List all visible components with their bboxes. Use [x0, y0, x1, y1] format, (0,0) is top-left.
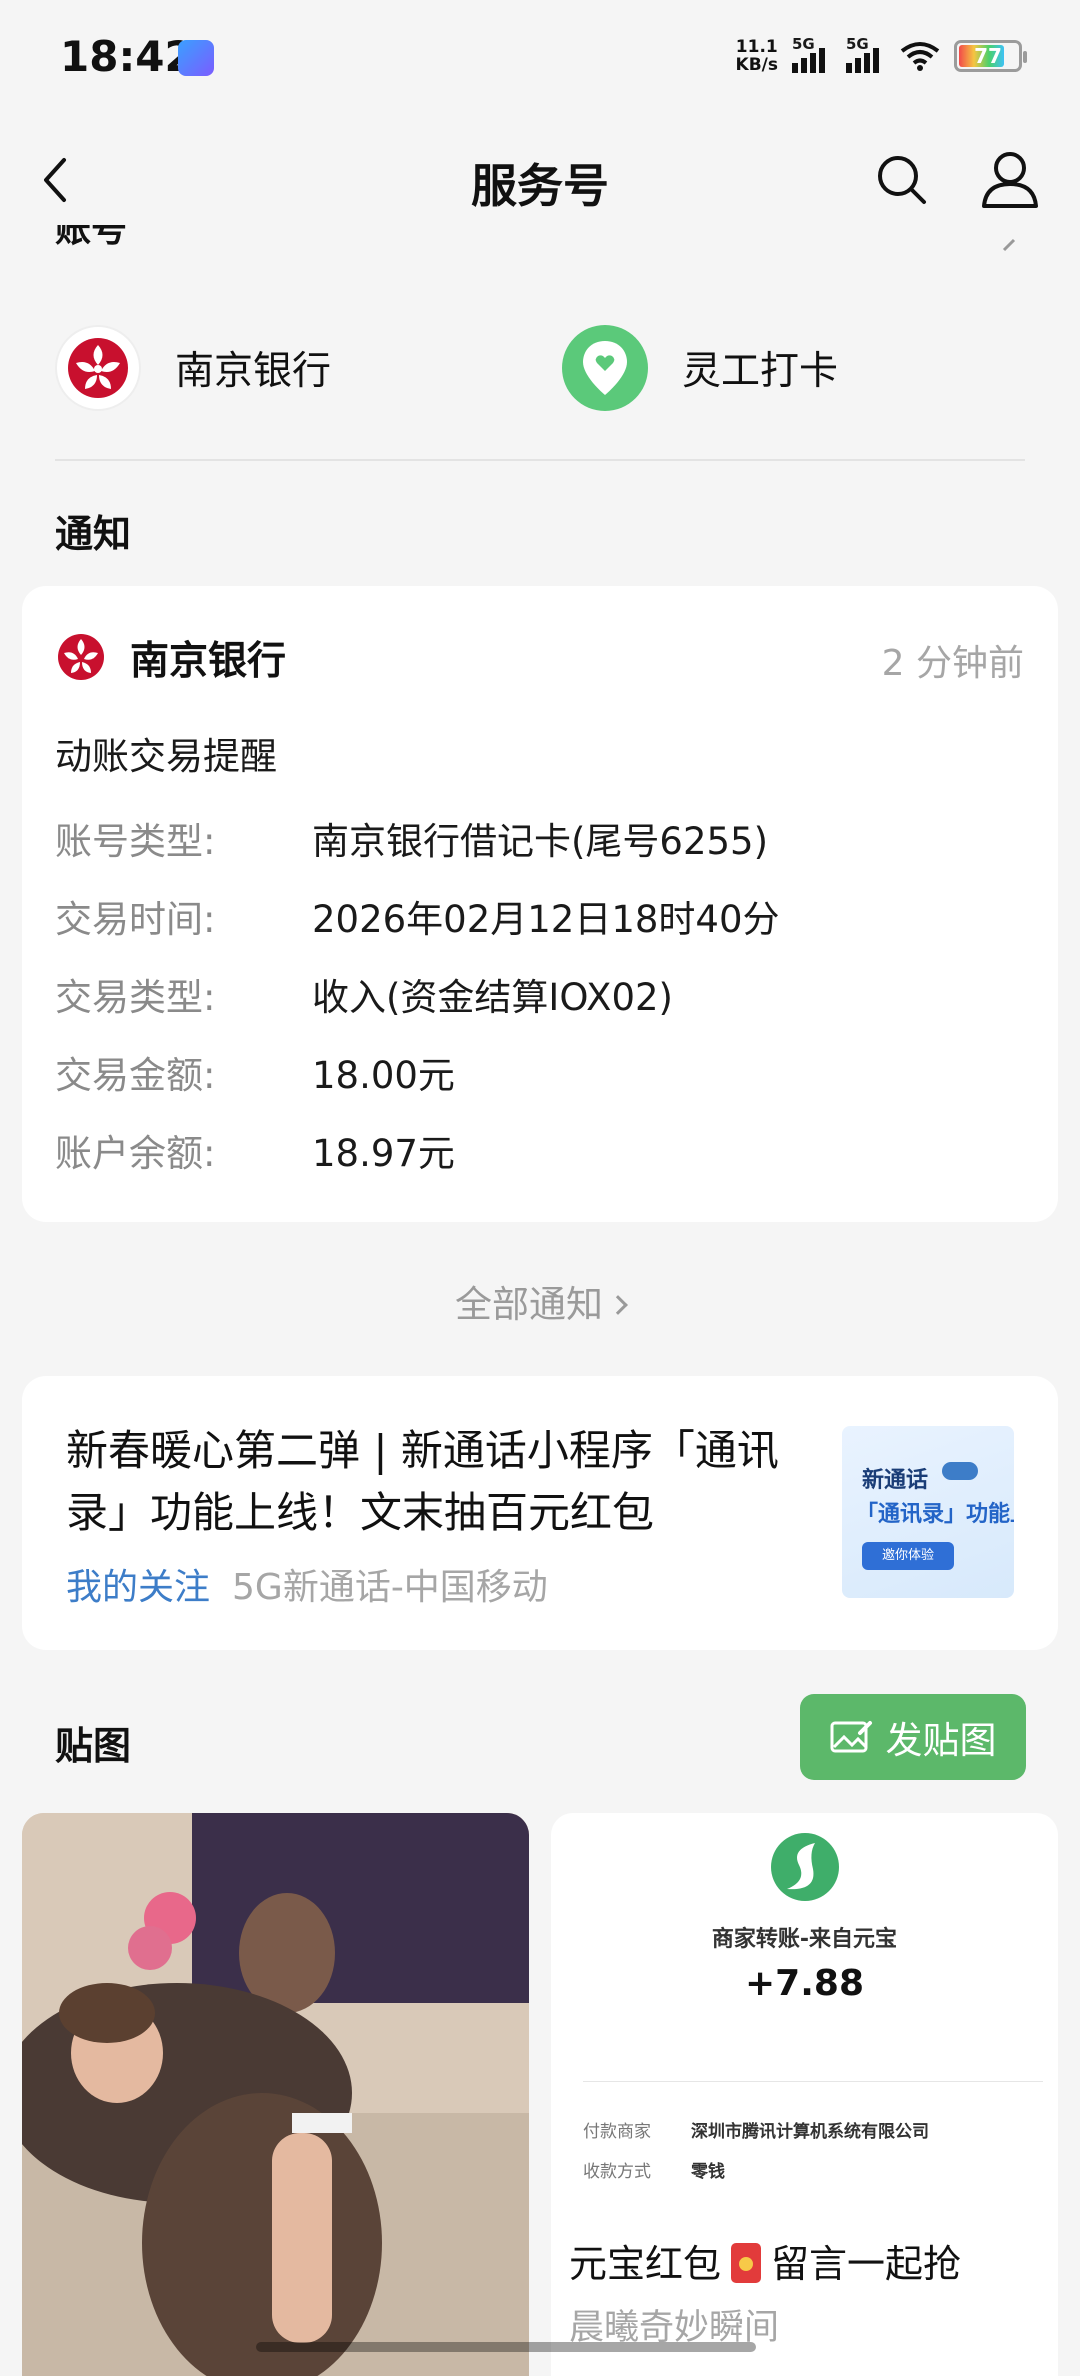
yoga-photo-image — [22, 1813, 529, 2376]
follow-tag[interactable]: 我的关注 — [66, 1567, 210, 1608]
status-indicators: 11.1 KB/s 5G 5G 77 — [736, 35, 1027, 74]
profile-icon[interactable] — [980, 148, 1040, 210]
thumb-line2: 「通讯录」功能上 — [856, 1502, 1014, 1527]
row-value: 收入(资金结算IOX02) — [312, 976, 673, 1019]
divider — [583, 2081, 1043, 2082]
battery-level: 77 — [974, 44, 1002, 68]
app-notification-icon — [178, 40, 214, 76]
accounts-section-title: 账号 — [55, 225, 128, 250]
nanjing-bank-logo-icon — [58, 634, 104, 680]
signal-2-icon: 5G — [846, 35, 886, 73]
search-icon[interactable] — [872, 150, 932, 210]
row-label: 付款商家 — [583, 2122, 651, 2142]
signal-2-label: 5G — [846, 35, 869, 53]
divider — [55, 459, 1025, 461]
notification-title: 动账交易提醒 — [55, 735, 277, 778]
notification-row: 账号类型: 南京银行借记卡(尾号6255) — [55, 808, 768, 868]
network-speed-value: 11.1 — [735, 37, 778, 57]
sticker-post-redpack[interactable]: 商家转账-来自元宝 +7.88 付款商家 深圳市腾讯计算机系统有限公司 收款方式… — [551, 1813, 1058, 2376]
status-bar: 18:42 11.1 KB/s 5G 5G 77 — [0, 0, 1080, 118]
battery-icon: 77 — [954, 40, 1027, 72]
article-title: 新春暖心第二弹 | 新通话小程序「通讯录」功能上线！文末抽百元红包 — [66, 1426, 779, 1537]
chevron-right-icon[interactable] — [1000, 234, 1018, 252]
home-indicator[interactable] — [256, 2342, 756, 2352]
notification-row: 账户余额: 18.97元 — [55, 1120, 455, 1180]
notification-sender: 南京银行 — [130, 639, 287, 684]
row-value: 南京银行借记卡(尾号6255) — [312, 820, 769, 863]
notification-row: 交易时间: 2026年02月12日18时40分 — [55, 886, 780, 946]
row-label: 交易金额: — [55, 1054, 216, 1097]
row-value: 深圳市腾讯计算机系统有限公司 — [691, 2122, 929, 2142]
redpack-method-row: 收款方式 零钱 — [583, 2157, 725, 2182]
post-sticker-button[interactable]: 发贴图 — [800, 1694, 1026, 1780]
thumb-button: 邀你体验 — [862, 1542, 954, 1570]
post-title-part1: 元宝红包 — [569, 2242, 722, 2286]
account-name: 南京银行 — [175, 349, 332, 394]
contact-badge-icon — [942, 1462, 978, 1480]
notifications-section-title: 通知 — [55, 512, 132, 556]
all-notifications-link[interactable]: 全部通知 — [0, 1274, 1080, 1328]
network-speed-unit: KB/s — [735, 55, 778, 75]
thumb-line1: 新通话 — [862, 1468, 929, 1493]
signal-1-label: 5G — [792, 35, 815, 53]
row-label: 账户余额: — [55, 1132, 216, 1175]
post-sticker-label: 发贴图 — [885, 1719, 997, 1762]
row-label: 交易类型: — [55, 976, 216, 1019]
row-value: 2026年02月12日18时40分 — [312, 898, 780, 941]
chevron-right-icon — [608, 1295, 628, 1315]
article-thumbnail: 新通话 「通讯录」功能上 邀你体验 — [842, 1426, 1014, 1598]
location-heart-icon — [562, 325, 648, 411]
redpack-payer-row: 付款商家 深圳市腾讯计算机系统有限公司 — [583, 2117, 929, 2142]
account-name: 灵工打卡 — [682, 349, 839, 394]
red-envelope-icon — [731, 2243, 762, 2283]
row-value: 18.00元 — [312, 1054, 455, 1097]
nanjing-bank-logo-icon — [55, 325, 141, 411]
row-label: 交易时间: — [55, 898, 216, 941]
yuanbao-logo-icon — [771, 1833, 839, 1901]
stickers-section-title: 贴图 — [55, 1724, 132, 1768]
row-value: 零钱 — [691, 2162, 725, 2182]
post-title-part2: 留言一起抢 — [771, 2242, 962, 2286]
account-item-nanjing-bank[interactable]: 南京银行 — [55, 325, 331, 411]
sticker-post-title: 元宝红包 留言一起抢 — [569, 2233, 961, 2288]
network-speed: 11.1 KB/s — [736, 38, 778, 74]
article-source: 5G新通话-中国移动 — [232, 1567, 548, 1608]
sticker-post-photo[interactable] — [22, 1813, 529, 2376]
notification-card[interactable]: 南京银行 2 分钟前 动账交易提醒 账号类型: 南京银行借记卡(尾号6255) … — [22, 586, 1058, 1222]
redpack-amount: +7.88 — [745, 1963, 864, 2004]
wifi-icon — [900, 42, 940, 71]
article-card[interactable]: 新春暖心第二弹 | 新通话小程序「通讯录」功能上线！文末抽百元红包 我的关注 5G… — [22, 1376, 1058, 1650]
image-edit-icon — [830, 1721, 872, 1753]
account-item-linggong[interactable]: 灵工打卡 — [562, 325, 838, 411]
nav-bar: 服务号 — [0, 130, 1080, 230]
notification-time: 2 分钟前 — [881, 643, 1024, 684]
row-value: 18.97元 — [312, 1132, 455, 1175]
notification-row: 交易类型: 收入(资金结算IOX02) — [55, 964, 673, 1024]
status-time: 18:42 — [60, 32, 194, 81]
article-meta: 我的关注 5G新通话-中国移动 — [66, 1558, 548, 1610]
row-label: 收款方式 — [583, 2162, 651, 2182]
all-notifications-label: 全部通知 — [455, 1283, 603, 1326]
signal-1-icon: 5G — [792, 35, 832, 73]
row-label: 账号类型: — [55, 820, 216, 863]
redpack-merchant: 商家转账-来自元宝 — [711, 1927, 898, 1952]
notification-row: 交易金额: 18.00元 — [55, 1042, 455, 1102]
